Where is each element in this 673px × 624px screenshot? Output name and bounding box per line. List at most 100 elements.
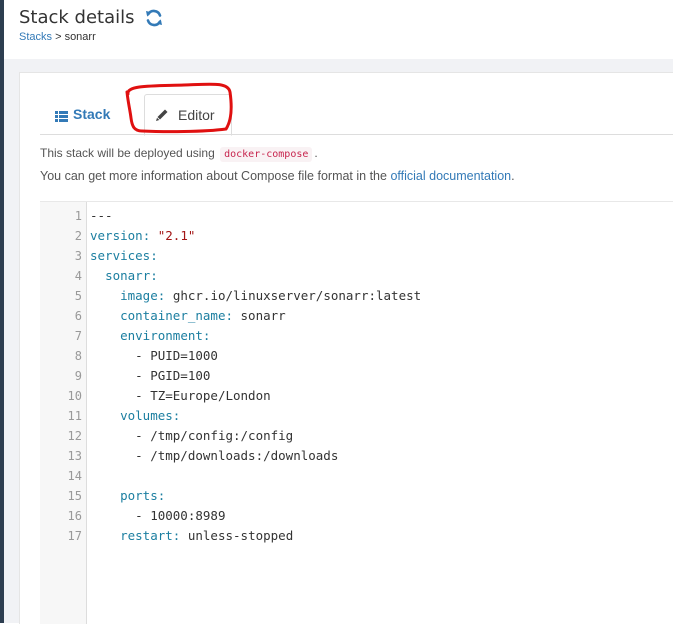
yaml-indent — [90, 368, 135, 383]
yaml-value: - 10000:8989 — [135, 508, 226, 523]
page-title: Stack details — [19, 7, 135, 28]
code-line[interactable]: 6 container_name: sonarr — [40, 306, 673, 326]
code-text: - PUID=1000 — [90, 346, 218, 366]
line-number: 6 — [74, 309, 82, 323]
yaml-value: sonarr — [240, 308, 286, 323]
line-number: 7 — [74, 329, 82, 343]
docs-info-prefix: You can get more information about Compo… — [40, 169, 391, 183]
yaml-key: services — [90, 248, 151, 263]
line-number: 5 — [74, 289, 82, 303]
yaml-value: --- — [90, 208, 113, 223]
breadcrumb: Stacks > sonarr — [19, 31, 96, 43]
code-line[interactable]: 13 - /tmp/downloads:/downloads — [40, 446, 673, 466]
line-number: 10 — [67, 389, 82, 403]
code-text: - /tmp/config:/config — [90, 426, 293, 446]
title-row: Stack details — [19, 7, 164, 28]
deploy-method-code: docker-compose — [220, 147, 313, 162]
code-text: container_name: sonarr — [90, 306, 286, 326]
code-line[interactable]: 2 version: "2.1" — [40, 226, 673, 246]
yaml-indent — [90, 428, 135, 443]
yaml-key: ports — [120, 488, 158, 503]
line-number: 11 — [67, 409, 82, 423]
code-text: environment: — [90, 326, 210, 346]
tab-bar: Stack Editor — [40, 94, 673, 136]
line-number: 2 — [74, 229, 82, 243]
yaml-sep: : — [142, 228, 158, 243]
code-line[interactable]: 9 - PGID=100 — [40, 366, 673, 386]
breadcrumb-separator: > — [52, 31, 65, 43]
docs-info: You can get more information about Compo… — [40, 169, 515, 183]
yaml-key: container_name — [120, 308, 226, 323]
code-line[interactable]: 8 - PUID=1000 — [40, 346, 673, 366]
code-line[interactable]: 14 — [40, 466, 673, 486]
code-line[interactable]: 17 restart: unless-stopped — [40, 526, 673, 546]
line-number: 9 — [74, 369, 82, 383]
line-number: 3 — [74, 249, 82, 263]
yaml-value: unless-stopped — [187, 528, 294, 543]
yaml-value: - /tmp/config:/config — [135, 428, 294, 443]
line-number: 15 — [67, 489, 82, 503]
yaml-key: version — [90, 228, 143, 243]
code-editor[interactable]: 1 --- 2 version: "2.1" 3 services: 4 sonarr: 5 … — [40, 201, 673, 624]
yaml-indent — [90, 448, 135, 463]
deploy-info-prefix: This stack will be deployed using — [40, 146, 219, 160]
yaml-value: - PGID=100 — [135, 368, 211, 383]
code-line[interactable]: 7 environment: — [40, 326, 673, 346]
code-line[interactable]: 10 - TZ=Europe/London — [40, 386, 673, 406]
line-number: 1 — [74, 209, 82, 223]
code-line[interactable]: 16 - 10000:8989 — [40, 506, 673, 526]
code-text: restart: unless-stopped — [90, 526, 293, 546]
code-text: image: ghcr.io/linuxserver/sonarr:latest — [90, 286, 421, 306]
code-line[interactable]: 12 - /tmp/config:/config — [40, 426, 673, 446]
breadcrumb-stacks-link[interactable]: Stacks — [19, 31, 52, 43]
yaml-sep: : — [172, 408, 181, 423]
code-line[interactable]: 4 sonarr: — [40, 266, 673, 286]
yaml-key: volumes — [120, 408, 173, 423]
pencil-icon — [155, 108, 169, 122]
line-number: 8 — [74, 349, 82, 363]
code-line[interactable]: 5 image: ghcr.io/linuxserver/sonarr:late… — [40, 286, 673, 306]
docs-info-suffix: . — [511, 169, 515, 183]
code-text: - TZ=Europe/London — [90, 386, 270, 406]
yaml-indent — [90, 268, 105, 283]
yaml-key: image — [120, 288, 158, 303]
yaml-indent — [90, 408, 120, 423]
code-text: - /tmp/downloads:/downloads — [90, 446, 338, 466]
line-number: 13 — [67, 449, 82, 463]
yaml-value: - PUID=1000 — [135, 348, 218, 363]
code-text: version: "2.1" — [90, 226, 195, 246]
code-line[interactable]: 11 volumes: — [40, 406, 673, 426]
tab-editor-label: Editor — [178, 107, 215, 123]
code-text: - 10000:8989 — [90, 506, 225, 526]
code-line[interactable]: 3 services: — [40, 246, 673, 266]
yaml-value: ghcr.io/linuxserver/sonarr:latest — [172, 288, 422, 303]
yaml-sep: : — [225, 308, 241, 323]
yaml-indent — [90, 328, 120, 343]
yaml-sep: : — [202, 328, 211, 343]
yaml-sep: : — [157, 288, 173, 303]
yaml-indent — [90, 388, 135, 403]
yaml-indent — [90, 348, 135, 363]
yaml-indent — [90, 528, 120, 543]
yaml-indent — [90, 288, 120, 303]
code-text: ports: — [90, 486, 165, 506]
code-line[interactable]: 1 --- — [40, 206, 673, 226]
code-line[interactable]: 15 ports: — [40, 486, 673, 506]
yaml-value: - /tmp/downloads:/downloads — [135, 448, 339, 463]
yaml-key: restart — [120, 528, 173, 543]
official-documentation-link[interactable]: official documentation — [390, 169, 511, 183]
refresh-icon[interactable] — [144, 8, 164, 28]
tab-divider — [40, 134, 673, 135]
yaml-sep: : — [157, 488, 166, 503]
line-number: 4 — [74, 269, 82, 283]
tab-editor[interactable]: Editor — [144, 94, 232, 136]
yaml-sep: : — [150, 268, 158, 283]
breadcrumb-current: sonarr — [64, 31, 96, 43]
line-number: 12 — [67, 429, 82, 443]
tab-stack-label: Stack — [73, 106, 111, 122]
code-text: sonarr: — [90, 266, 158, 286]
page-header: Stack details Stacks > sonarr — [4, 0, 673, 59]
yaml-indent — [90, 308, 120, 323]
yaml-key: sonarr — [105, 268, 151, 283]
tab-stack[interactable]: Stack — [40, 94, 110, 134]
